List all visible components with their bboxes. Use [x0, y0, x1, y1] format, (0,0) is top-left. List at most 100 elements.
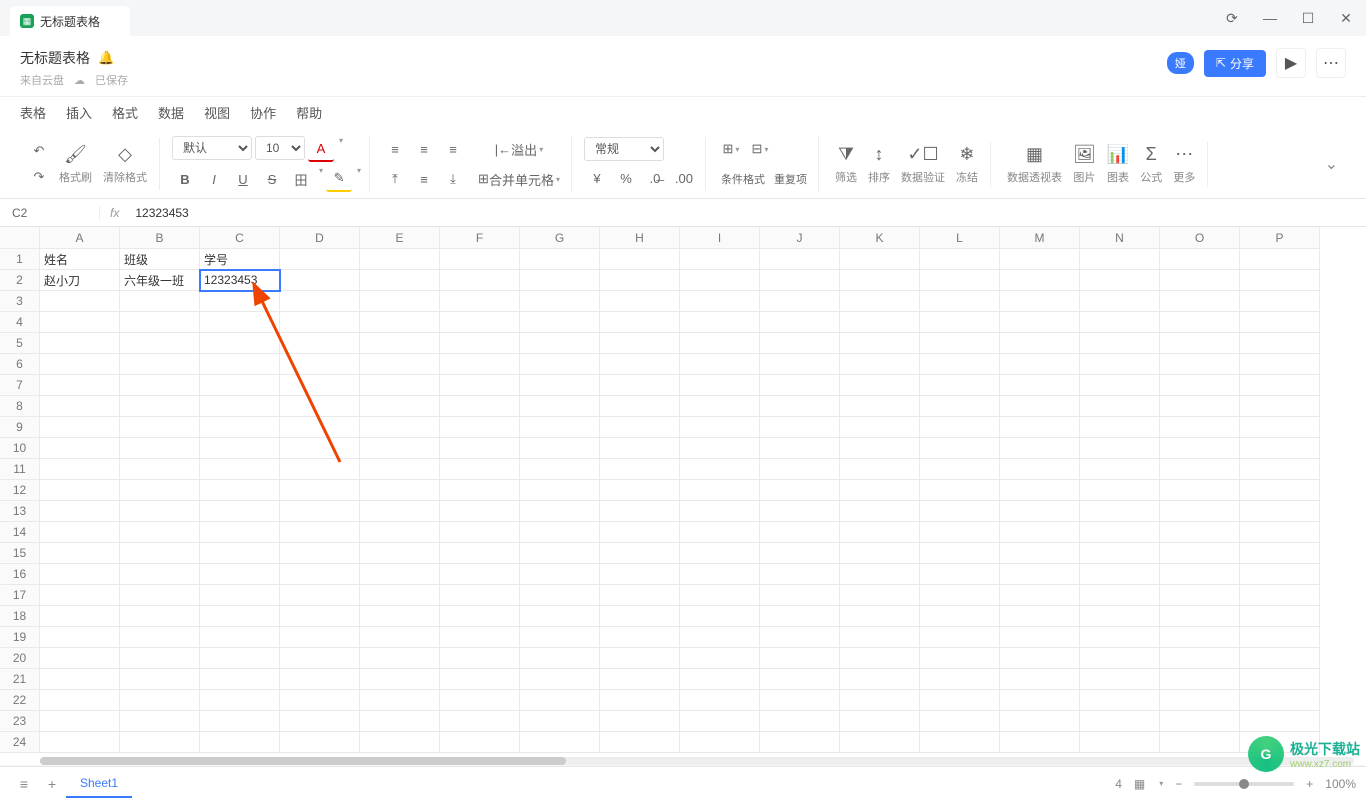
cell-M24[interactable]	[1000, 732, 1080, 753]
cell-G11[interactable]	[520, 459, 600, 480]
cell-J1[interactable]	[760, 249, 840, 270]
cell-J12[interactable]	[760, 480, 840, 501]
cell-B11[interactable]	[120, 459, 200, 480]
cell-M10[interactable]	[1000, 438, 1080, 459]
close-button[interactable]: ✕	[1336, 10, 1356, 27]
cell-A18[interactable]	[40, 606, 120, 627]
cell-H20[interactable]	[600, 648, 680, 669]
row-header-12[interactable]: 12	[0, 480, 40, 501]
cell-L5[interactable]	[920, 333, 1000, 354]
cell-D1[interactable]	[280, 249, 360, 270]
cell-K20[interactable]	[840, 648, 920, 669]
cell-A20[interactable]	[40, 648, 120, 669]
cell-P2[interactable]	[1240, 270, 1320, 291]
cell-C12[interactable]	[200, 480, 280, 501]
cell-D24[interactable]	[280, 732, 360, 753]
cell-D20[interactable]	[280, 648, 360, 669]
cell-F14[interactable]	[440, 522, 520, 543]
cell-M4[interactable]	[1000, 312, 1080, 333]
minimize-button[interactable]: —	[1260, 10, 1280, 27]
cell-M17[interactable]	[1000, 585, 1080, 606]
cell-P5[interactable]	[1240, 333, 1320, 354]
cell-O7[interactable]	[1160, 375, 1240, 396]
cell-J23[interactable]	[760, 711, 840, 732]
cell-J11[interactable]	[760, 459, 840, 480]
cell-B18[interactable]	[120, 606, 200, 627]
cell-O1[interactable]	[1160, 249, 1240, 270]
column-header-L[interactable]: L	[920, 227, 1000, 249]
format-painter-button[interactable]: 🖌 格式刷	[55, 142, 96, 187]
cell-O12[interactable]	[1160, 480, 1240, 501]
cell-G16[interactable]	[520, 564, 600, 585]
cell-O5[interactable]	[1160, 333, 1240, 354]
cell-N24[interactable]	[1080, 732, 1160, 753]
cell-E13[interactable]	[360, 501, 440, 522]
cell-P17[interactable]	[1240, 585, 1320, 606]
column-header-O[interactable]: O	[1160, 227, 1240, 249]
column-header-I[interactable]: I	[680, 227, 760, 249]
cell-E11[interactable]	[360, 459, 440, 480]
cell-M16[interactable]	[1000, 564, 1080, 585]
cell-I5[interactable]	[680, 333, 760, 354]
cell-F23[interactable]	[440, 711, 520, 732]
row-header-8[interactable]: 8	[0, 396, 40, 417]
cell-G6[interactable]	[520, 354, 600, 375]
cell-K16[interactable]	[840, 564, 920, 585]
row-header-24[interactable]: 24	[0, 732, 40, 753]
row-header-9[interactable]: 9	[0, 417, 40, 438]
cell-K15[interactable]	[840, 543, 920, 564]
cell-J10[interactable]	[760, 438, 840, 459]
cell-G19[interactable]	[520, 627, 600, 648]
cell-N19[interactable]	[1080, 627, 1160, 648]
cell-B15[interactable]	[120, 543, 200, 564]
zoom-label[interactable]: 100%	[1325, 777, 1356, 791]
cell-F1[interactable]	[440, 249, 520, 270]
cell-K1[interactable]	[840, 249, 920, 270]
cell-C24[interactable]	[200, 732, 280, 753]
align-right-button[interactable]: ≡	[440, 136, 466, 162]
cell-N18[interactable]	[1080, 606, 1160, 627]
cell-M2[interactable]	[1000, 270, 1080, 291]
cell-I22[interactable]	[680, 690, 760, 711]
cell-J14[interactable]	[760, 522, 840, 543]
row-header-13[interactable]: 13	[0, 501, 40, 522]
cell-I4[interactable]	[680, 312, 760, 333]
cell-D5[interactable]	[280, 333, 360, 354]
valign-middle-button[interactable]: ≡	[411, 166, 437, 192]
cell-N11[interactable]	[1080, 459, 1160, 480]
cell-C21[interactable]	[200, 669, 280, 690]
cell-I3[interactable]	[680, 291, 760, 312]
cell-P13[interactable]	[1240, 501, 1320, 522]
row-header-2[interactable]: 2	[0, 270, 40, 291]
percent-button[interactable]: %	[613, 165, 639, 191]
cell-H13[interactable]	[600, 501, 680, 522]
cell-F10[interactable]	[440, 438, 520, 459]
cell-D3[interactable]	[280, 291, 360, 312]
cell-N15[interactable]	[1080, 543, 1160, 564]
cell-J7[interactable]	[760, 375, 840, 396]
cell-A8[interactable]	[40, 396, 120, 417]
cell-N4[interactable]	[1080, 312, 1160, 333]
cell-H19[interactable]	[600, 627, 680, 648]
align-center-button[interactable]: ≡	[411, 136, 437, 162]
cell-G24[interactable]	[520, 732, 600, 753]
cell-J17[interactable]	[760, 585, 840, 606]
cell-D22[interactable]	[280, 690, 360, 711]
cell-E4[interactable]	[360, 312, 440, 333]
undo-button[interactable]: ↶	[26, 138, 52, 164]
cell-C10[interactable]	[200, 438, 280, 459]
cell-M5[interactable]	[1000, 333, 1080, 354]
cell-M12[interactable]	[1000, 480, 1080, 501]
row-header-7[interactable]: 7	[0, 375, 40, 396]
row-header-18[interactable]: 18	[0, 606, 40, 627]
more-button[interactable]: ⋯	[1316, 48, 1346, 78]
cell-D16[interactable]	[280, 564, 360, 585]
cell-B4[interactable]	[120, 312, 200, 333]
cell-F16[interactable]	[440, 564, 520, 585]
cell-E15[interactable]	[360, 543, 440, 564]
cell-F21[interactable]	[440, 669, 520, 690]
cell-A11[interactable]	[40, 459, 120, 480]
cell-K6[interactable]	[840, 354, 920, 375]
cell-E2[interactable]	[360, 270, 440, 291]
cell-G10[interactable]	[520, 438, 600, 459]
